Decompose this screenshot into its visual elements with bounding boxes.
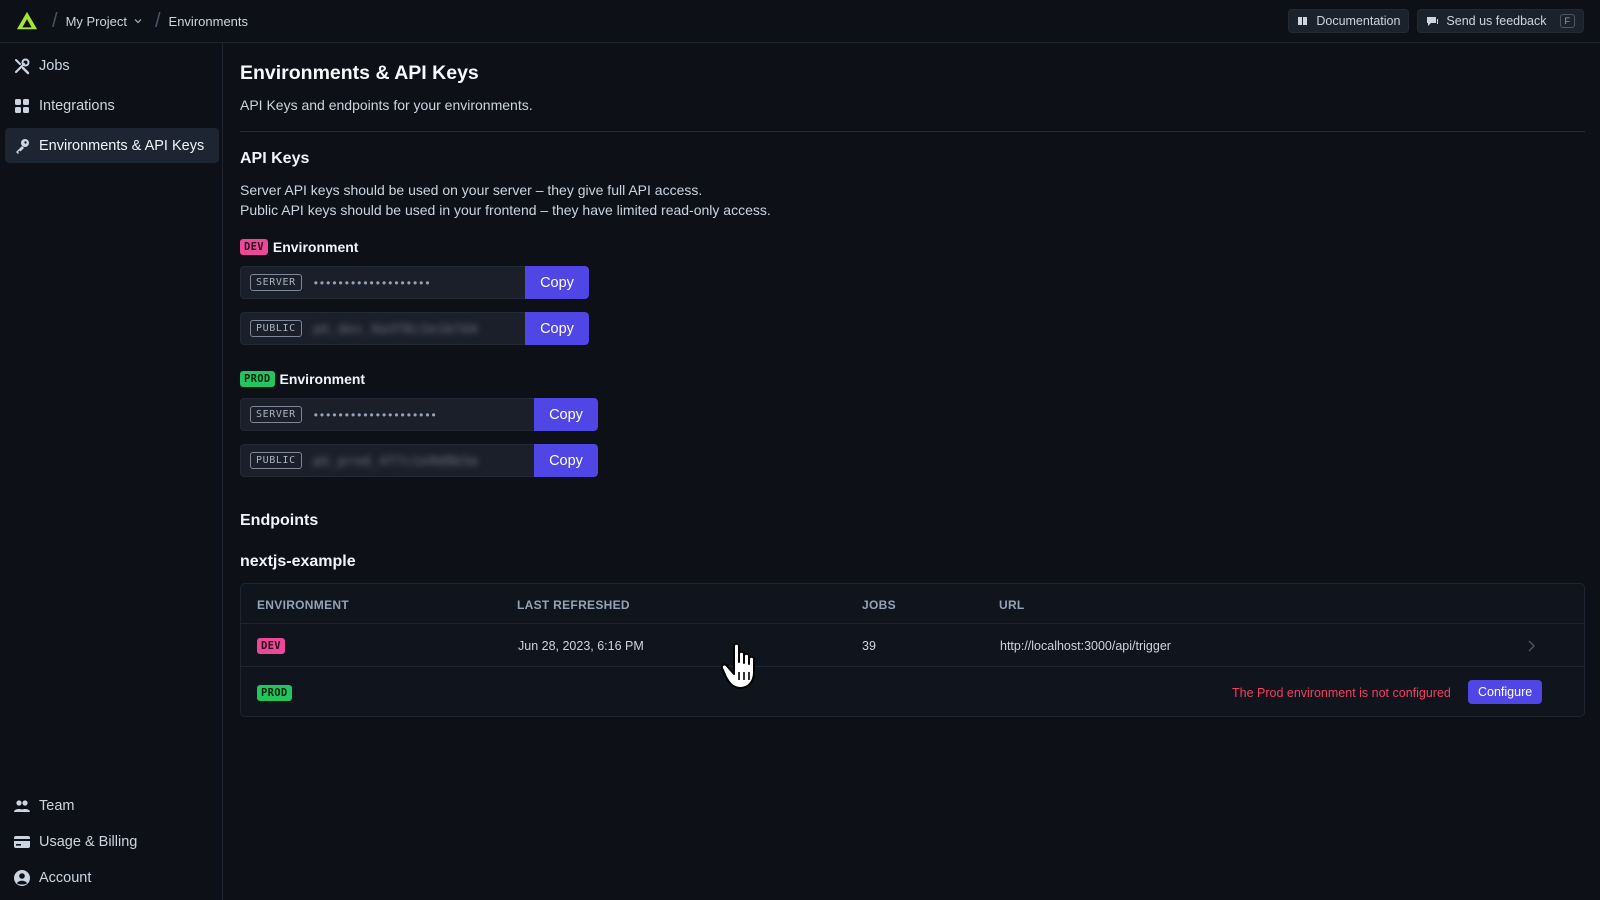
project-selector[interactable]: My Project — [66, 14, 143, 29]
prod-public-key-field[interactable]: PUBLIC pk_prod_4f7c1e9d8b3a — [240, 444, 534, 477]
chevron-right-icon — [1528, 640, 1535, 652]
dev-server-key-row: SERVER ••••••••••••••••••• Copy — [240, 266, 589, 299]
hand-cursor-icon — [720, 642, 755, 689]
api-keys-desc-public: Public API keys should be used in your f… — [240, 202, 771, 218]
documentation-button[interactable]: Documentation — [1288, 9, 1410, 33]
dev-badge: DEV — [257, 638, 285, 654]
jobs-count-cell: 39 — [862, 639, 876, 653]
credit-card-icon — [14, 835, 30, 848]
copy-prod-server-key-button[interactable]: Copy — [534, 398, 598, 431]
public-tag: PUBLIC — [250, 320, 302, 337]
sidebar-item-integrations[interactable]: Integrations — [5, 88, 219, 123]
copy-dev-public-key-button[interactable]: Copy — [525, 312, 589, 345]
sidebar-item-billing[interactable]: Usage & Billing — [5, 824, 219, 859]
server-tag: SERVER — [250, 274, 302, 291]
table-header: ENVIRONMENT LAST REFRESHED JOBS URL — [241, 584, 1584, 624]
dev-environment-heading: DEV Environment — [240, 239, 358, 255]
dev-public-key-row: PUBLIC pk_dev_9a3f8c2e1b7d4 Copy — [240, 312, 589, 345]
divider — [240, 131, 1585, 132]
top-bar: / My Project / Environments Documentatio… — [0, 0, 1600, 43]
chevron-down-icon — [134, 19, 142, 24]
prod-public-key-row: PUBLIC pk_prod_4f7c1e9d8b3a Copy — [240, 444, 598, 477]
dev-server-key-field[interactable]: SERVER ••••••••••••••••••• — [240, 266, 525, 299]
column-header-last-refreshed: LAST REFRESHED — [517, 598, 630, 612]
project-name: My Project — [65, 13, 127, 29]
dev-public-key-value: pk_dev_9a3f8c2e1b7d4 — [313, 321, 479, 336]
breadcrumb-current[interactable]: Environments — [169, 14, 248, 29]
prod-environment-heading: PROD Environment — [240, 371, 365, 387]
copy-dev-server-key-button[interactable]: Copy — [525, 266, 589, 299]
prod-server-key-row: SERVER •••••••••••••••••••• Copy — [240, 398, 598, 431]
sidebar: Jobs Integrations Environments & API Key… — [0, 43, 223, 900]
prod-badge: PROD — [240, 371, 275, 387]
column-header-url: URL — [999, 598, 1025, 612]
page-subtitle: API Keys and endpoints for your environm… — [240, 97, 533, 113]
endpoint-project-name: nextjs-example — [240, 553, 356, 570]
endpoints-table: ENVIRONMENT LAST REFRESHED JOBS URL DEV … — [240, 583, 1585, 717]
column-header-environment: ENVIRONMENT — [257, 598, 349, 612]
api-keys-desc-server: Server API keys should be used on your s… — [240, 182, 703, 198]
grid-icon — [15, 98, 29, 113]
prod-server-key-field[interactable]: SERVER •••••••••••••••••••• — [240, 398, 534, 431]
server-tag: SERVER — [250, 406, 302, 423]
breadcrumb-separator: / — [154, 9, 161, 32]
last-refreshed-cell: Jun 28, 2023, 6:16 PM — [518, 639, 644, 653]
table-row[interactable]: DEV Jun 28, 2023, 6:16 PM 39 http://loca… — [241, 625, 1584, 667]
page-title: Environments & API Keys — [240, 62, 479, 84]
shortcut-key: F — [1559, 14, 1575, 28]
endpoints-heading: Endpoints — [240, 512, 319, 529]
user-circle-icon — [14, 869, 30, 886]
feedback-button[interactable]: Send us feedback F — [1417, 9, 1584, 33]
configure-button[interactable]: Configure — [1468, 680, 1543, 704]
sidebar-item-team[interactable]: Team — [5, 788, 219, 823]
prod-not-configured-warning: The Prod environment is not configured — [1232, 686, 1451, 700]
tools-icon — [14, 58, 30, 74]
sidebar-item-account[interactable]: Account — [5, 860, 219, 895]
endpoint-url-cell: http://localhost:3000/api/trigger — [1000, 639, 1171, 653]
logo-icon[interactable] — [16, 10, 38, 32]
prod-server-key-value: •••••••••••••••••••• — [313, 407, 438, 422]
book-icon — [1298, 17, 1308, 25]
public-tag: PUBLIC — [250, 452, 302, 469]
users-icon — [14, 799, 30, 812]
prod-public-key-value: pk_prod_4f7c1e9d8b3a — [313, 453, 479, 468]
column-header-jobs: JOBS — [862, 598, 896, 612]
sidebar-item-jobs[interactable]: Jobs — [5, 48, 219, 83]
key-icon — [16, 138, 29, 154]
dev-public-key-field[interactable]: PUBLIC pk_dev_9a3f8c2e1b7d4 — [240, 312, 525, 345]
table-row: PROD The Prod environment is not configu… — [241, 668, 1584, 717]
dev-server-key-value: ••••••••••••••••••• — [313, 275, 432, 290]
sidebar-item-environments[interactable]: Environments & API Keys — [5, 128, 219, 163]
prod-badge: PROD — [257, 685, 292, 701]
api-keys-heading: API Keys — [240, 150, 310, 167]
dev-badge: DEV — [240, 239, 268, 255]
copy-prod-public-key-button[interactable]: Copy — [534, 444, 598, 477]
chat-icon — [1427, 17, 1439, 26]
breadcrumb-separator: / — [52, 9, 58, 32]
